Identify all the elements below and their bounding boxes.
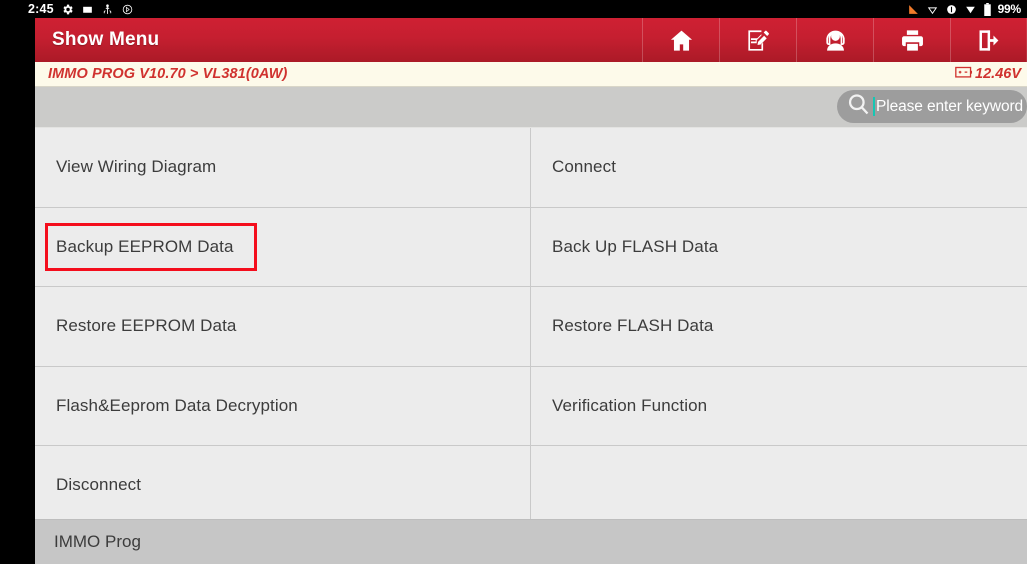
menu-item-restore-flash-data[interactable]: Restore FLASH Data	[531, 287, 1027, 366]
sd-card-icon	[81, 3, 94, 16]
menu-row: Restore EEPROM Data Restore FLASH Data	[35, 287, 1027, 367]
exit-door-icon	[975, 27, 1002, 54]
menu-item-restore-eeprom-data[interactable]: Restore EEPROM Data	[35, 287, 531, 366]
bottom-bar[interactable]: IMMO Prog	[35, 519, 1027, 564]
menu-row: Backup EEPROM Data Back Up FLASH Data	[35, 207, 1027, 287]
menu-item-label: View Wiring Diagram	[56, 157, 217, 177]
status-clock: 2:45	[28, 2, 54, 16]
wifi-off-icon	[926, 3, 939, 16]
menu-item-empty	[531, 446, 1027, 525]
menu-row: View Wiring Diagram Connect	[35, 128, 1027, 208]
breadcrumb-bar: IMMO PROG V10.70 > VL381(0AW) 12.46V	[35, 62, 1027, 87]
menu-item-label: Flash&Eeprom Data Decryption	[56, 395, 298, 415]
printer-icon	[899, 27, 926, 54]
menu-item-label: Backup EEPROM Data	[56, 236, 234, 256]
bottom-bar-label: IMMO Prog	[54, 532, 141, 551]
search-input[interactable]: Please enter keyword	[837, 90, 1027, 123]
title-bar-toolbar	[642, 18, 1027, 62]
print-button[interactable]	[873, 18, 950, 62]
search-bar-row: Please enter keyword	[35, 87, 1027, 128]
menu-item-view-wiring-diagram[interactable]: View Wiring Diagram	[35, 128, 531, 207]
download-icon	[964, 3, 977, 16]
search-icon	[845, 91, 872, 123]
headset-person-icon	[822, 27, 849, 54]
exit-button[interactable]	[950, 18, 1027, 62]
battery-percent-label: 99%	[997, 2, 1022, 16]
search-placeholder: Please enter keyword	[876, 97, 1024, 115]
menu-item-connect[interactable]: Connect	[531, 128, 1027, 207]
home-icon	[668, 27, 695, 54]
battery-icon	[983, 2, 992, 16]
menu-item-label: Verification Function	[552, 395, 708, 415]
text-cursor	[873, 97, 875, 116]
battery-voltage-icon	[955, 65, 973, 83]
voltage-indicator: 12.46V	[955, 65, 1021, 83]
page-title: Show Menu	[52, 29, 160, 50]
usb-icon	[101, 3, 114, 16]
menu-item-back-up-flash-data[interactable]: Back Up FLASH Data	[531, 207, 1027, 286]
menu-row: Disconnect	[35, 446, 1027, 526]
menu-item-label: Restore EEPROM Data	[56, 316, 237, 336]
menu-item-label: Connect	[552, 157, 617, 177]
feedback-button[interactable]	[719, 18, 796, 62]
edit-note-icon	[745, 27, 772, 54]
android-status-bar: 2:45 99%	[0, 0, 1027, 18]
status-bar-right-group: 99%	[907, 0, 1021, 18]
signal-icon	[907, 3, 920, 16]
menu-item-label: Restore FLASH Data	[552, 316, 714, 336]
voltage-value: 12.46V	[975, 66, 1021, 82]
menu-item-verification-function[interactable]: Verification Function	[531, 366, 1027, 445]
status-bar-left-group: 2:45	[28, 0, 134, 18]
support-button[interactable]	[796, 18, 873, 62]
menu-item-flash-eeprom-data-decryption[interactable]: Flash&Eeprom Data Decryption	[35, 366, 531, 445]
title-bar: Show Menu	[35, 18, 1027, 62]
menu-row: Flash&Eeprom Data Decryption Verificatio…	[35, 366, 1027, 446]
breadcrumb: IMMO PROG V10.70 > VL381(0AW)	[48, 66, 288, 82]
menu-item-label: Disconnect	[56, 475, 142, 495]
menu-grid: View Wiring Diagram Connect Backup EEPRO…	[35, 128, 1027, 526]
menu-item-disconnect[interactable]: Disconnect	[35, 446, 531, 525]
vpn-key-icon	[945, 3, 958, 16]
settings-gear-icon	[61, 3, 74, 16]
menu-item-backup-eeprom-data[interactable]: Backup EEPROM Data	[35, 207, 531, 286]
home-button[interactable]	[642, 18, 719, 62]
app-window: Show Menu IMMO PROG V10.70 > VL381(0AW) …	[35, 18, 1027, 564]
bluetooth-disabled-icon	[121, 3, 134, 16]
menu-item-label: Back Up FLASH Data	[552, 236, 719, 256]
